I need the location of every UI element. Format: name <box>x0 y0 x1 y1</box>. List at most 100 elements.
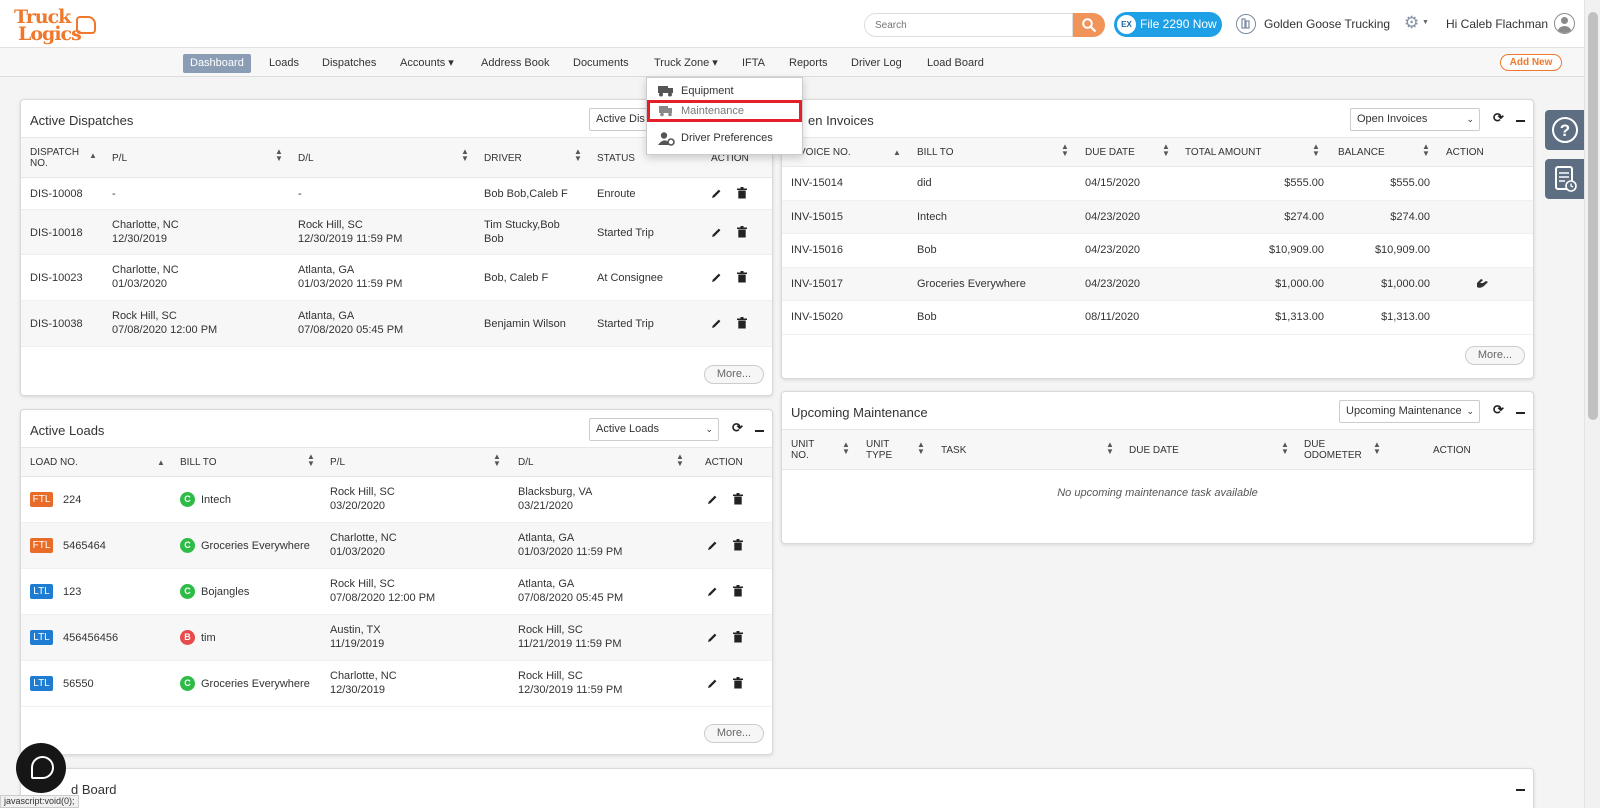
invoice-no[interactable]: INV-15017 <box>791 277 843 291</box>
menu-item-driver-preferences[interactable]: Driver Preferences <box>647 127 802 149</box>
collapse-icon[interactable] <box>1516 789 1525 791</box>
chevron-down-icon[interactable]: ▼ <box>1422 19 1429 26</box>
col-unit-no[interactable]: UNIT NO. <box>791 439 821 461</box>
pencil-icon[interactable] <box>707 494 718 505</box>
sort-both-icon[interactable]: ▲ ▼ <box>676 453 684 468</box>
menu-item-maintenance[interactable]: Maintenance <box>647 100 802 122</box>
file-2290-button[interactable]: EX File 2290 Now <box>1114 12 1222 37</box>
load-no[interactable]: 224 <box>63 493 81 507</box>
open-invoices-select[interactable]: Open Invoices ⌄ <box>1350 108 1480 131</box>
payment-icon[interactable] <box>1476 278 1489 290</box>
gear-icon[interactable]: ⚙ <box>1404 13 1419 33</box>
sort-both-icon[interactable]: ▲ ▼ <box>1373 441 1381 456</box>
refresh-icon[interactable]: ⟳ <box>1493 402 1504 418</box>
trash-icon[interactable] <box>737 226 747 238</box>
vertical-scrollbar[interactable] <box>1584 0 1600 808</box>
trash-icon[interactable] <box>737 317 747 329</box>
sort-both-icon[interactable]: ▲ ▼ <box>461 148 469 163</box>
col-bill-to[interactable]: BILL TO <box>180 457 217 468</box>
menu-item-equipment[interactable]: Equipment <box>647 80 802 102</box>
help-button[interactable]: ? <box>1545 110 1585 150</box>
col-dispatch-no[interactable]: DISPATCH NO. <box>30 147 79 169</box>
col-driver[interactable]: DRIVER <box>484 153 522 164</box>
col-pl[interactable]: P/L <box>112 153 127 164</box>
trash-icon[interactable] <box>733 677 743 689</box>
dispatch-no[interactable]: DIS-10038 <box>30 317 83 331</box>
pencil-icon[interactable] <box>711 227 722 238</box>
col-bill-to[interactable]: BILL TO <box>917 147 954 158</box>
load-no[interactable]: 56550 <box>63 677 94 691</box>
sort-both-icon[interactable]: ▲ ▼ <box>275 148 283 163</box>
col-dl[interactable]: D/L <box>298 153 314 164</box>
load-no[interactable]: 123 <box>63 585 81 599</box>
col-due-date[interactable]: DUE DATE <box>1129 445 1179 456</box>
sort-both-icon[interactable]: ▲ ▼ <box>1162 143 1170 158</box>
invoice-no[interactable]: INV-15015 <box>791 210 843 224</box>
col-status[interactable]: STATUS <box>597 153 635 164</box>
col-pl[interactable]: P/L <box>330 457 345 468</box>
sort-both-icon[interactable]: ▲ ▼ <box>1312 143 1320 158</box>
sort-both-icon[interactable]: ▲ ▼ <box>1281 441 1289 456</box>
pencil-icon[interactable] <box>707 586 718 597</box>
invoice-no[interactable]: INV-15020 <box>791 310 843 324</box>
sort-both-icon[interactable]: ▲ ▼ <box>917 441 925 456</box>
pencil-icon[interactable] <box>707 678 718 689</box>
pencil-icon[interactable] <box>711 188 722 199</box>
upcoming-maintenance-select[interactable]: Upcoming Maintenance ⌄ <box>1339 400 1480 423</box>
nav-address-book[interactable]: Address Book <box>481 54 549 73</box>
sort-both-icon[interactable]: ▲ ▼ <box>307 453 315 468</box>
trash-icon[interactable] <box>733 585 743 597</box>
load-no[interactable]: 456456456 <box>63 631 118 645</box>
col-load-no[interactable]: LOAD NO. <box>30 457 78 468</box>
nav-loads[interactable]: Loads <box>269 54 299 73</box>
trash-icon[interactable] <box>733 493 743 505</box>
refresh-icon[interactable]: ⟳ <box>1493 110 1504 126</box>
sort-both-icon[interactable]: ▲ ▼ <box>1106 441 1114 456</box>
sort-both-icon[interactable]: ▲ ▼ <box>842 441 850 456</box>
dispatch-no[interactable]: DIS-10018 <box>30 226 83 240</box>
sort-both-icon[interactable]: ▲ ▼ <box>1422 143 1430 158</box>
trash-icon[interactable] <box>737 271 747 283</box>
col-dl[interactable]: D/L <box>518 457 534 468</box>
sort-up-icon[interactable]: ▲ <box>89 151 97 160</box>
col-total-amount[interactable]: TOTAL AMOUNT <box>1185 147 1262 158</box>
chat-bubble-icon[interactable] <box>16 743 66 793</box>
trash-icon[interactable] <box>733 539 743 551</box>
more-dispatches-button[interactable]: More... <box>704 365 764 384</box>
pencil-icon[interactable] <box>707 632 718 643</box>
nav-ifta[interactable]: IFTA <box>742 54 765 73</box>
collapse-icon[interactable] <box>1516 120 1525 122</box>
more-loads-button[interactable]: More... <box>704 724 764 743</box>
nav-accounts[interactable]: Accounts ▾ <box>400 54 454 73</box>
truck-logics-logo[interactable]: Truck Logics <box>12 6 96 45</box>
trash-icon[interactable] <box>737 187 747 199</box>
search-input[interactable] <box>864 13 1073 37</box>
sort-both-icon[interactable]: ▲ ▼ <box>493 453 501 468</box>
add-new-button[interactable]: Add New <box>1500 54 1562 71</box>
trash-icon[interactable] <box>733 631 743 643</box>
dispatch-no[interactable]: DIS-10023 <box>30 271 83 285</box>
scrollbar-thumb[interactable] <box>1588 12 1598 420</box>
col-due-odometer[interactable]: DUE ODOMETER <box>1304 439 1374 461</box>
sort-both-icon[interactable]: ▲ ▼ <box>1061 143 1069 158</box>
nav-truck-zone[interactable]: Truck Zone ▾ <box>654 54 718 73</box>
user-greeting[interactable]: Hi Caleb Flachman <box>1446 17 1548 31</box>
more-invoices-button[interactable]: More... <box>1465 346 1525 365</box>
nav-reports[interactable]: Reports <box>789 54 828 73</box>
load-no[interactable]: 5465464 <box>63 539 106 553</box>
company-name[interactable]: Golden Goose Trucking <box>1264 17 1390 31</box>
active-loads-select[interactable]: Active Loads ⌄ <box>589 418 719 441</box>
nav-load-board[interactable]: Load Board <box>927 54 984 73</box>
collapse-icon[interactable] <box>755 430 764 432</box>
nav-dispatches[interactable]: Dispatches <box>322 54 376 73</box>
pencil-icon[interactable] <box>707 540 718 551</box>
collapse-icon[interactable] <box>1516 412 1525 414</box>
search-button[interactable] <box>1073 13 1105 37</box>
pencil-icon[interactable] <box>711 318 722 329</box>
invoice-no[interactable]: INV-15016 <box>791 243 843 257</box>
col-task[interactable]: TASK <box>941 445 966 456</box>
nav-dashboard[interactable]: Dashboard <box>183 54 251 73</box>
pencil-icon[interactable] <box>711 272 722 283</box>
sort-both-icon[interactable]: ▲ ▼ <box>574 148 582 163</box>
user-avatar-icon[interactable] <box>1554 13 1575 34</box>
